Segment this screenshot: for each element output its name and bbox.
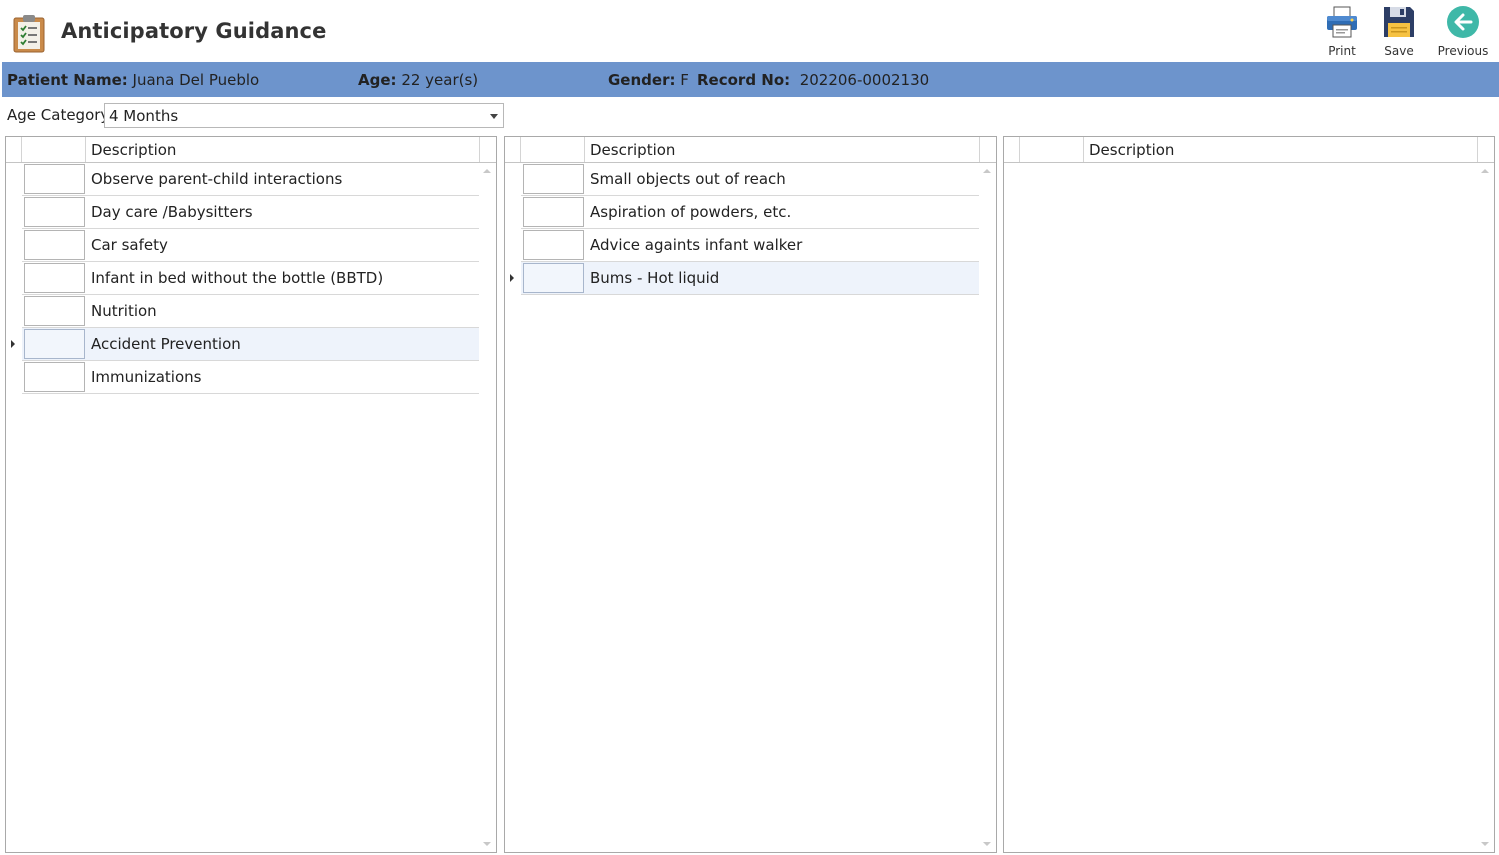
table-row[interactable]: Accident Prevention bbox=[11, 328, 479, 361]
vertical-scrollbar[interactable] bbox=[979, 163, 996, 852]
save-label: Save bbox=[1384, 44, 1414, 58]
table-row[interactable]: Observe parent-child interactions bbox=[22, 163, 479, 196]
patient-age: Age: 22 year(s) bbox=[358, 71, 478, 89]
grid-rows: Small objects out of reach Aspiration of … bbox=[505, 163, 979, 295]
current-row-indicator-icon bbox=[11, 340, 15, 348]
scroll-up-icon[interactable] bbox=[1481, 169, 1489, 173]
row-check-cell[interactable] bbox=[24, 296, 85, 326]
scroll-up-icon[interactable] bbox=[483, 169, 491, 173]
row-description: Advice againts infant walker bbox=[590, 236, 803, 254]
age-category-select[interactable]: 4 Months bbox=[104, 103, 504, 128]
patient-record-label: Record No: bbox=[697, 71, 791, 89]
printer-icon bbox=[1324, 4, 1360, 40]
row-selector-header bbox=[6, 137, 22, 162]
grid-rows: Observe parent-child interactions Day car… bbox=[6, 163, 479, 394]
header: Anticipatory Guidance Print Save Previou… bbox=[0, 0, 1499, 62]
description-column-header[interactable]: Description bbox=[590, 141, 675, 159]
table-row[interactable]: Car safety bbox=[22, 229, 479, 262]
row-selector-header bbox=[1004, 137, 1020, 162]
table-row[interactable]: Advice againts infant walker bbox=[521, 229, 979, 262]
scroll-up-icon[interactable] bbox=[983, 169, 991, 173]
scroll-down-icon[interactable] bbox=[983, 842, 991, 846]
grid-header: Description bbox=[6, 137, 496, 163]
page-title: Anticipatory Guidance bbox=[61, 19, 327, 43]
current-row-indicator-icon bbox=[510, 274, 514, 282]
row-description: Aspiration of powders, etc. bbox=[590, 203, 792, 221]
row-description: Observe parent-child interactions bbox=[91, 170, 343, 188]
scroll-down-icon[interactable] bbox=[1481, 842, 1489, 846]
table-row[interactable]: Immunizations bbox=[22, 361, 479, 394]
row-check-cell[interactable] bbox=[24, 263, 85, 293]
scroll-down-icon[interactable] bbox=[483, 842, 491, 846]
check-column-header[interactable] bbox=[1020, 137, 1084, 162]
row-description: Bums - Hot liquid bbox=[590, 269, 720, 287]
scrollbar-header bbox=[979, 137, 996, 162]
row-check-cell[interactable] bbox=[523, 263, 584, 293]
grid-header: Description bbox=[1004, 137, 1494, 163]
guidance-grid-2: Description Small objects out of reach As… bbox=[504, 136, 997, 853]
guidance-grid-1: Description Observe parent-child interac… bbox=[5, 136, 497, 853]
table-row[interactable]: Bums - Hot liquid bbox=[510, 262, 979, 295]
patient-gender: Gender: F bbox=[608, 71, 689, 89]
check-column-header[interactable] bbox=[521, 137, 585, 162]
table-row[interactable]: Small objects out of reach bbox=[521, 163, 979, 196]
patient-name: Patient Name: Juana Del Pueblo bbox=[7, 71, 259, 89]
previous-button[interactable]: Previous bbox=[1436, 4, 1490, 60]
patient-gender-label: Gender: bbox=[608, 71, 676, 89]
row-description: Car safety bbox=[91, 236, 168, 254]
chevron-down-icon[interactable] bbox=[490, 114, 498, 119]
row-check-cell[interactable] bbox=[523, 230, 584, 260]
save-button[interactable]: Save bbox=[1379, 4, 1419, 60]
description-column-header[interactable]: Description bbox=[91, 141, 176, 159]
age-category-value: 4 Months bbox=[109, 107, 179, 125]
row-check-cell[interactable] bbox=[24, 329, 85, 359]
row-check-cell[interactable] bbox=[24, 197, 85, 227]
grid-header: Description bbox=[505, 137, 996, 163]
table-row[interactable]: Nutrition bbox=[22, 295, 479, 328]
row-check-cell[interactable] bbox=[523, 197, 584, 227]
patient-name-label: Patient Name: bbox=[7, 71, 128, 89]
row-description: Day care /Babysitters bbox=[91, 203, 253, 221]
patient-gender-value: F bbox=[680, 71, 689, 89]
check-column-header[interactable] bbox=[22, 137, 86, 162]
description-column-header[interactable]: Description bbox=[1089, 141, 1174, 159]
guidance-grid-3: Description bbox=[1003, 136, 1495, 853]
scrollbar-header bbox=[479, 137, 496, 162]
print-button[interactable]: Print bbox=[1322, 4, 1362, 60]
previous-label: Previous bbox=[1437, 44, 1489, 58]
table-row[interactable]: Day care /Babysitters bbox=[22, 196, 479, 229]
patient-age-value: 22 year(s) bbox=[401, 71, 479, 89]
table-row[interactable]: Infant in bed without the bottle (BBTD) bbox=[22, 262, 479, 295]
row-check-cell[interactable] bbox=[24, 230, 85, 260]
vertical-scrollbar[interactable] bbox=[1477, 163, 1494, 852]
patient-info-bar: Patient Name: Juana Del Pueblo Age: 22 y… bbox=[2, 62, 1499, 97]
patient-record-value: 202206-0002130 bbox=[799, 71, 930, 89]
row-selector-header bbox=[505, 137, 521, 162]
print-label: Print bbox=[1328, 44, 1356, 58]
row-description: Infant in bed without the bottle (BBTD) bbox=[91, 269, 384, 287]
arrow-left-circle-icon bbox=[1445, 4, 1481, 40]
row-description: Nutrition bbox=[91, 302, 157, 320]
row-description: Accident Prevention bbox=[91, 335, 241, 353]
age-category-label: Age Category: bbox=[7, 106, 114, 124]
floppy-disk-icon bbox=[1381, 4, 1417, 40]
table-row[interactable]: Aspiration of powders, etc. bbox=[521, 196, 979, 229]
vertical-scrollbar[interactable] bbox=[479, 163, 496, 852]
row-check-cell[interactable] bbox=[24, 362, 85, 392]
row-description: Small objects out of reach bbox=[590, 170, 786, 188]
row-check-cell[interactable] bbox=[24, 164, 85, 194]
row-description: Immunizations bbox=[91, 368, 202, 386]
clipboard-checklist-icon bbox=[12, 12, 48, 54]
row-check-cell[interactable] bbox=[523, 164, 584, 194]
patient-age-label: Age: bbox=[358, 71, 397, 89]
scrollbar-header bbox=[1477, 137, 1494, 162]
patient-name-value: Juana Del Pueblo bbox=[132, 71, 260, 89]
patient-record: Record No: 202206-0002130 bbox=[697, 71, 929, 89]
